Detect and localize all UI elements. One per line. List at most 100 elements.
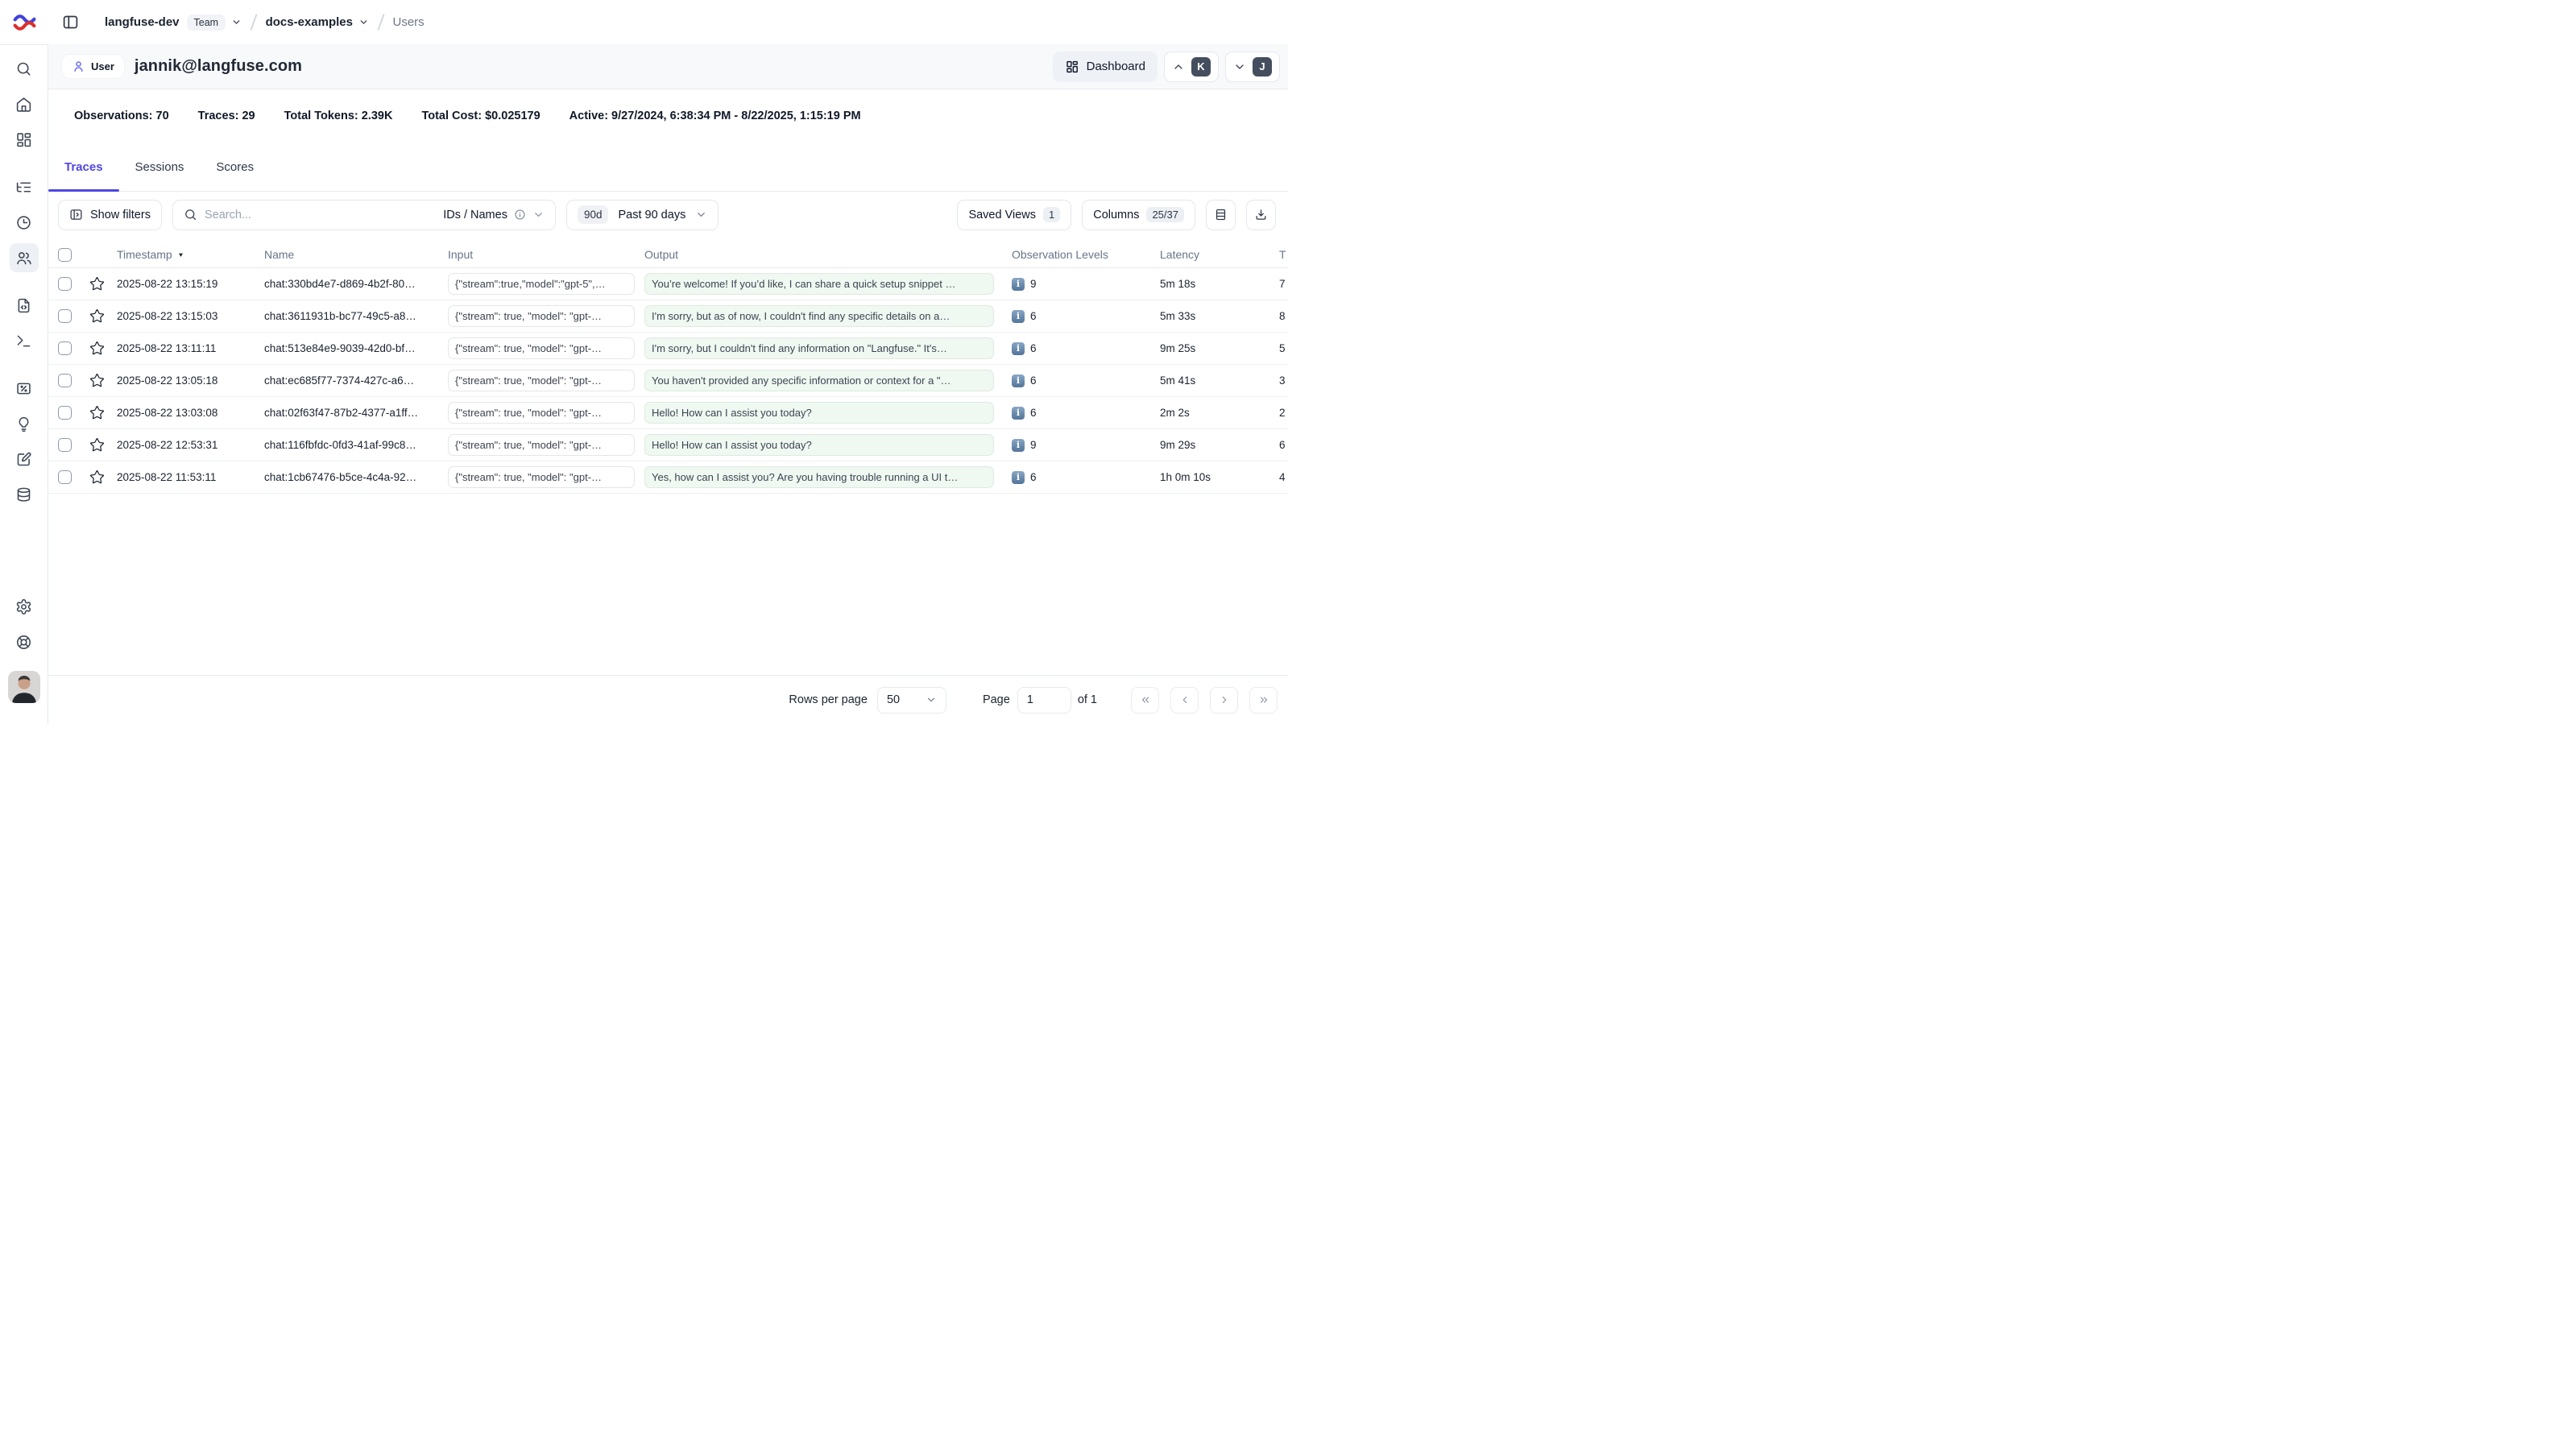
output-cell[interactable]: Hello! How can I assist you today? <box>644 402 994 424</box>
table-row[interactable]: 2025-08-22 13:05:18 chat:ec685f77-7374-4… <box>48 365 1288 397</box>
input-cell[interactable]: {"stream":true,"model":"gpt-5",… <box>448 273 635 295</box>
traces-table: Timestamp Name Input Output Observation … <box>48 242 1288 494</box>
sidebar-toggle-icon[interactable] <box>61 14 79 31</box>
search-input[interactable] <box>205 209 436 221</box>
row-checkbox[interactable] <box>58 341 72 355</box>
column-header-input[interactable]: Input <box>448 248 643 261</box>
output-cell[interactable]: I'm sorry, but I couldn't find any infor… <box>644 337 994 359</box>
output-cell[interactable]: You’re welcome! If you’d like, I can sha… <box>644 273 994 295</box>
trace-name-cell[interactable]: chat:1cb67476-b5ce-4c4a-92… <box>264 471 448 483</box>
output-cell[interactable]: Yes, how can I assist you? Are you havin… <box>644 466 994 488</box>
sidebar-item-prompts[interactable] <box>10 291 39 320</box>
last-page-button[interactable] <box>1249 687 1278 714</box>
prev-item-button[interactable]: K <box>1164 52 1219 82</box>
user-avatar[interactable] <box>8 671 40 703</box>
sidebar-item-annotation[interactable] <box>10 445 39 474</box>
input-cell[interactable]: {"stream": true, "model": "gpt-… <box>448 370 635 391</box>
table-row[interactable]: 2025-08-22 11:53:11 chat:1cb67476-b5ce-4… <box>48 461 1288 494</box>
trace-name-cell[interactable]: chat:116fbfdc-0fd3-41af-99c8… <box>264 439 448 451</box>
next-page-button[interactable] <box>1210 687 1238 714</box>
timestamp-cell: 2025-08-22 13:15:19 <box>113 278 264 290</box>
trace-name-cell[interactable]: chat:513e84e9-9039-42d0-bf… <box>264 342 448 354</box>
tab-sessions[interactable]: Sessions <box>119 143 201 191</box>
latency-cell: 9m 25s <box>1155 342 1271 354</box>
main-content: User jannik@langfuse.com Dashboard K J <box>48 44 1288 724</box>
next-item-button[interactable]: J <box>1225 52 1280 82</box>
sidebar-item-support[interactable] <box>10 627 39 656</box>
table-row[interactable]: 2025-08-22 12:53:31 chat:116fbfdc-0fd3-4… <box>48 429 1288 461</box>
select-all-checkbox[interactable] <box>58 248 72 262</box>
input-cell[interactable]: {"stream": true, "model": "gpt-… <box>448 305 635 327</box>
chevron-down-icon[interactable] <box>231 17 242 27</box>
prev-page-button[interactable] <box>1170 687 1199 714</box>
sidebar-item-dashboards[interactable] <box>10 125 39 154</box>
input-cell[interactable]: {"stream": true, "model": "gpt-… <box>448 434 635 456</box>
trace-name-cell[interactable]: chat:02f63f47-87b2-4377-a1ff… <box>264 407 448 419</box>
date-range-picker[interactable]: 90d Past 90 days <box>566 200 719 230</box>
trace-name-cell[interactable]: chat:3611931b-bc77-49c5-a8… <box>264 310 448 322</box>
breadcrumb-section[interactable]: docs-examples <box>266 15 353 29</box>
favorite-star-icon[interactable] <box>89 470 105 485</box>
column-header-output[interactable]: Output <box>643 248 1007 261</box>
favorite-star-icon[interactable] <box>89 373 105 388</box>
first-page-button[interactable] <box>1131 687 1159 714</box>
column-header-tokens[interactable]: T <box>1271 248 1288 261</box>
sidebar-item-settings[interactable] <box>10 592 39 621</box>
table-row[interactable]: 2025-08-22 13:15:03 chat:3611931b-bc77-4… <box>48 300 1288 333</box>
export-button[interactable] <box>1246 200 1276 230</box>
dashboard-button[interactable]: Dashboard <box>1053 52 1158 82</box>
show-filters-button[interactable]: Show filters <box>58 200 162 230</box>
column-header-timestamp[interactable]: Timestamp <box>113 248 264 261</box>
columns-button[interactable]: Columns 25/37 <box>1082 200 1195 230</box>
database-icon <box>15 486 32 503</box>
square-pen-icon <box>15 451 32 468</box>
favorite-star-icon[interactable] <box>89 437 105 453</box>
table-row[interactable]: 2025-08-22 13:11:11 chat:513e84e9-9039-4… <box>48 333 1288 365</box>
favorite-star-icon[interactable] <box>89 276 105 292</box>
row-checkbox[interactable] <box>58 309 72 323</box>
search-scope-dropdown[interactable]: IDs / Names <box>443 209 545 221</box>
sidebar-item-users[interactable] <box>10 243 39 272</box>
row-checkbox[interactable] <box>58 470 72 484</box>
row-checkbox[interactable] <box>58 406 72 420</box>
sidebar-item-search[interactable] <box>10 54 39 83</box>
input-cell[interactable]: {"stream": true, "model": "gpt-… <box>448 337 635 359</box>
sidebar-item-playground[interactable] <box>10 326 39 355</box>
column-header-latency[interactable]: Latency <box>1155 248 1271 261</box>
column-header-observation-levels[interactable]: Observation Levels <box>1007 248 1155 261</box>
input-cell[interactable]: {"stream": true, "model": "gpt-… <box>448 402 635 424</box>
input-cell[interactable]: {"stream": true, "model": "gpt-… <box>448 466 635 488</box>
column-header-name[interactable]: Name <box>264 248 448 261</box>
favorite-star-icon[interactable] <box>89 341 105 356</box>
sidebar-item-evaluation[interactable] <box>10 374 39 403</box>
timestamp-cell: 2025-08-22 13:05:18 <box>113 374 264 387</box>
table-row[interactable]: 2025-08-22 13:15:19 chat:330bd4e7-d869-4… <box>48 268 1288 300</box>
trace-name-cell[interactable]: chat:330bd4e7-d869-4b2f-80… <box>264 278 448 290</box>
saved-views-button[interactable]: Saved Views 1 <box>957 200 1071 230</box>
page-number-input[interactable] <box>1017 687 1071 714</box>
rows-per-page-value: 50 <box>887 693 900 706</box>
output-cell[interactable]: I'm sorry, but as of now, I couldn't fin… <box>644 305 994 327</box>
row-checkbox[interactable] <box>58 374 72 387</box>
tab-scores[interactable]: Scores <box>200 143 270 191</box>
tab-traces[interactable]: Traces <box>48 143 119 191</box>
chevron-down-icon[interactable] <box>358 17 369 27</box>
sidebar-item-home[interactable] <box>10 89 39 118</box>
sidebar-item-sessions[interactable] <box>10 208 39 237</box>
stat-total-tokens: Total Tokens: 2.39K <box>284 110 393 122</box>
output-cell[interactable]: Hello! How can I assist you today? <box>644 434 994 456</box>
sidebar-item-insights[interactable] <box>10 409 39 438</box>
trace-name-cell[interactable]: chat:ec685f77-7374-427c-a6… <box>264 374 448 387</box>
row-checkbox[interactable] <box>58 277 72 291</box>
rows-per-page-select[interactable]: 50 <box>877 687 946 714</box>
favorite-star-icon[interactable] <box>89 405 105 420</box>
tokens-cell: 3 <box>1271 374 1288 387</box>
table-row[interactable]: 2025-08-22 13:03:08 chat:02f63f47-87b2-4… <box>48 397 1288 429</box>
sidebar-item-datasets[interactable] <box>10 480 39 509</box>
row-height-button[interactable] <box>1206 200 1236 230</box>
output-cell[interactable]: You haven't provided any specific inform… <box>644 370 994 391</box>
sidebar-item-tracing[interactable] <box>10 172 39 201</box>
favorite-star-icon[interactable] <box>89 308 105 324</box>
row-checkbox[interactable] <box>58 438 72 452</box>
breadcrumb-project[interactable]: langfuse-dev <box>105 15 180 29</box>
